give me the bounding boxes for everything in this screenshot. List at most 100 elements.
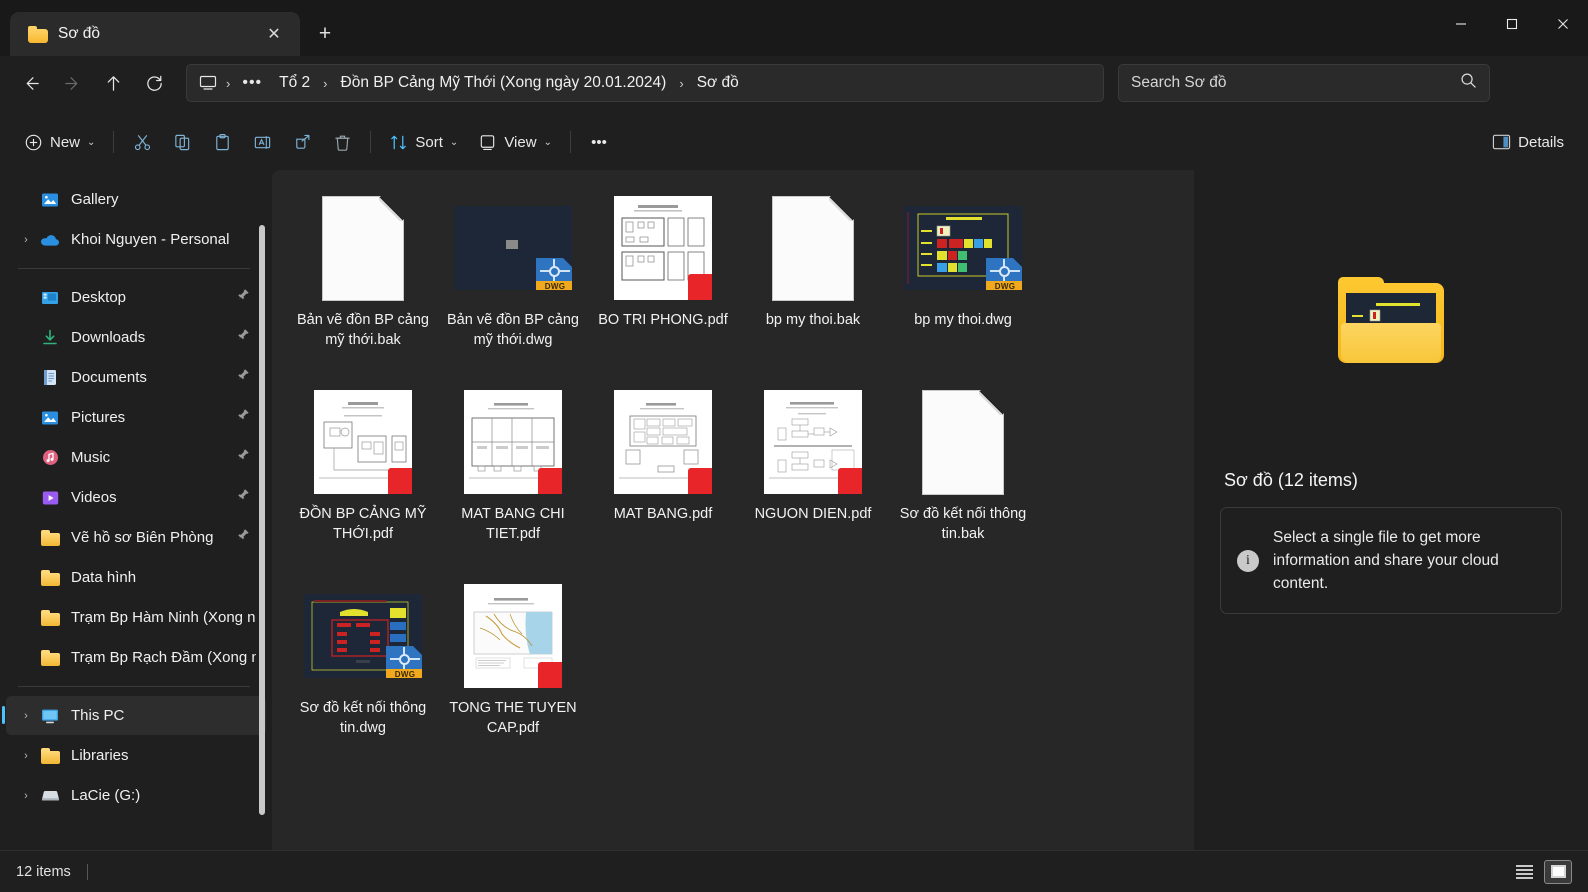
sidebar-item-libraries[interactable]: › Libraries (6, 736, 266, 775)
sidebar-item-this-pc[interactable]: › This PC (2, 696, 266, 735)
info-icon: i (1237, 549, 1259, 572)
grid-view-button[interactable] (1544, 859, 1572, 884)
breadcrumb-separator: › (679, 75, 684, 91)
details-title: Sơ đồ (12 items) (1224, 470, 1358, 490)
pdf-preview:  (764, 390, 862, 494)
pin-icon[interactable] (236, 488, 256, 507)
file-item[interactable]: Sơ đồ kết nối thông tin.bak (888, 378, 1038, 568)
expand-chevron-icon[interactable]: › (14, 790, 38, 802)
expand-chevron-icon[interactable]: › (14, 750, 38, 762)
sidebar-item-gallery[interactable]: Gallery (6, 180, 266, 219)
back-button[interactable] (12, 64, 50, 102)
forward-button[interactable] (53, 64, 91, 102)
address-bar[interactable]: › ••• Tổ 2 › Đồn BP Cảng Mỹ Thới (Xong n… (186, 64, 1104, 102)
sidebar-item-documents[interactable]: Documents (6, 358, 266, 397)
details-message: Select a single file to get more informa… (1273, 529, 1499, 592)
sidebar-item-lacie-g[interactable]: › LaCie (G:) (6, 776, 266, 815)
sidebar-item-music[interactable]: Music (6, 438, 266, 477)
pin-icon[interactable] (236, 528, 256, 547)
file-item[interactable]:  MAT BANG CHI TIET.pdf (438, 378, 588, 568)
file-item[interactable]: Bản vẽ đồn BP cảng mỹ thới.bak (288, 184, 438, 374)
sidebar-item-downloads[interactable]: Downloads (6, 318, 266, 357)
file-item[interactable]:  NGUON DIEN.pdf (738, 378, 888, 568)
file-name: bp my thoi.dwg (914, 312, 1012, 328)
expand-chevron-icon[interactable]: › (14, 234, 38, 246)
file-name: Sơ đồ kết nối thông tin.bak (899, 506, 1027, 542)
view-toggle-group (1510, 859, 1572, 884)
details-pane-button[interactable]: Details (1482, 124, 1574, 160)
sidebar-item-label: This PC (71, 707, 125, 724)
list-view-button[interactable] (1510, 860, 1538, 884)
sidebar-item-data-hinh[interactable]: Data hình (6, 558, 266, 597)
refresh-button[interactable] (135, 64, 173, 102)
blank-document-icon (922, 389, 1004, 495)
gallery-icon (38, 192, 62, 208)
breadcrumb-item-so-do[interactable]: Sơ đồ (689, 70, 747, 96)
cut-button[interactable] (122, 124, 162, 160)
search-icon[interactable] (1460, 72, 1477, 94)
maximize-button[interactable] (1486, 0, 1537, 48)
view-button-label: View (504, 133, 537, 151)
rename-button[interactable] (242, 124, 282, 160)
paste-button[interactable] (202, 124, 242, 160)
breadcrumb-item-don-bp[interactable]: Đồn BP Cảng Mỹ Thới (Xong ngày 20.01.202… (333, 70, 675, 96)
sort-button[interactable]: Sort ⌄ (379, 124, 468, 160)
close-window-button[interactable] (1537, 0, 1588, 48)
chevron-down-icon: ⌄ (543, 136, 552, 148)
sidebar-item-label: Gallery (71, 191, 119, 208)
search-input[interactable]: Search Sơ đồ (1131, 74, 1460, 92)
details-pane-label: Details (1518, 133, 1564, 151)
sidebar-item-tram-bp-rach-dam[interactable]: Trạm Bp Rạch Đầm (Xong n (6, 638, 266, 677)
pin-icon[interactable] (236, 328, 256, 347)
new-button[interactable]: New ⌄ (14, 124, 105, 160)
tab-so-do[interactable]: Sơ đồ ✕ (10, 12, 300, 56)
file-thumbnail (303, 192, 423, 304)
delete-button[interactable] (322, 124, 362, 160)
minimize-button[interactable] (1435, 0, 1486, 48)
breadcrumb-item-to-2[interactable]: Tổ 2 (271, 70, 318, 96)
chevron-down-icon: ⌄ (87, 136, 96, 148)
file-list-view[interactable]: Bản vẽ đồn BP cảng mỹ thới.bak DWG Bản v… (272, 170, 1194, 850)
file-item[interactable]: bp my thoi.bak (738, 184, 888, 374)
videos-icon (38, 490, 62, 506)
file-name: NGUON DIEN.pdf (754, 506, 872, 522)
file-item[interactable]: DWG Sơ đồ kết nối thông tin.dwg (288, 572, 438, 762)
view-button[interactable]: View ⌄ (468, 124, 562, 160)
sidebar-item-onedrive[interactable]: › Khoi Nguyen - Personal (6, 220, 266, 259)
expand-chevron-icon[interactable]: › (14, 710, 38, 722)
sidebar-item-videos[interactable]: Videos (6, 478, 266, 517)
close-tab-icon[interactable]: ✕ (260, 20, 288, 48)
folder-preview (1194, 170, 1588, 470)
file-item[interactable]:  BO TRI PHONG.pdf (588, 184, 738, 374)
this-pc-icon[interactable] (197, 73, 219, 93)
file-item[interactable]: DWG Bản vẽ đồn BP cảng mỹ thới.dwg (438, 184, 588, 374)
pdf-preview:  (614, 390, 712, 494)
more-options-button[interactable]: ••• (579, 124, 619, 160)
copy-button[interactable] (162, 124, 202, 160)
sidebar-item-label: LaCie (G:) (71, 787, 141, 804)
breadcrumb-overflow[interactable]: ••• (235, 74, 269, 92)
new-tab-button[interactable]: + (308, 17, 342, 51)
file-item[interactable]: DWG bp my thoi.dwg (888, 184, 1038, 374)
dwg-badge-icon: DWG (386, 646, 422, 678)
sidebar-item-tram-bp-ham-ninh[interactable]: Trạm Bp Hàm Ninh (Xong ng (6, 598, 266, 637)
file-item[interactable]:  ĐỒN BP CẢNG MỸ THỚI.pdf (288, 378, 438, 568)
share-button[interactable] (282, 124, 322, 160)
sidebar-item-pictures[interactable]: Pictures (6, 398, 266, 437)
sidebar-item-desktop[interactable]: Desktop (6, 278, 266, 317)
pin-icon[interactable] (236, 368, 256, 387)
this-pc-icon (38, 708, 62, 724)
file-thumbnail:  (303, 386, 423, 498)
sidebar-item-ve-ho-so-bien-phong[interactable]: Vẽ hồ sơ Biên Phòng (6, 518, 266, 557)
grid-view-icon (1550, 865, 1566, 878)
pin-icon[interactable] (236, 288, 256, 307)
search-box[interactable]: Search Sơ đồ (1118, 64, 1490, 102)
pin-icon[interactable] (236, 408, 256, 427)
up-button[interactable] (94, 64, 132, 102)
command-bar: New ⌄ Sort ⌄ View ⌄ ••• Details (0, 114, 1588, 170)
sidebar-item-label: Downloads (71, 329, 146, 346)
file-item[interactable]:  TONG THE TUYEN CAP.pdf (438, 572, 588, 762)
file-item[interactable]:  MAT BANG.pdf (588, 378, 738, 568)
pin-icon[interactable] (236, 448, 256, 467)
sidebar-scrollbar[interactable] (259, 225, 265, 815)
